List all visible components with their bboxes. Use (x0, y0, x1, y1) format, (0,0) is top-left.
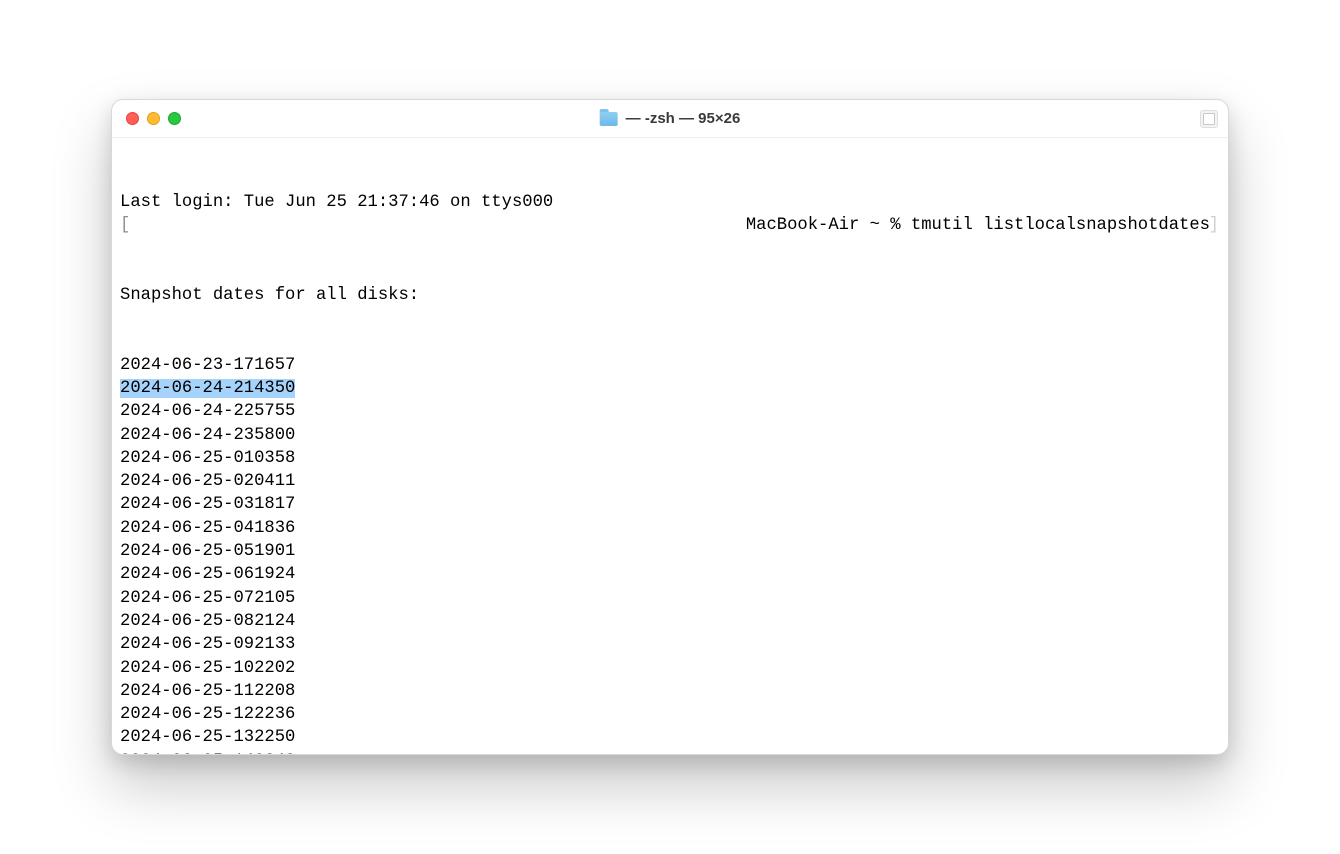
window-title: — -zsh — 95×26 (600, 110, 741, 127)
title-text: — -zsh — 95×26 (626, 110, 741, 127)
prompt-line-1: MacBook-Air ~ % tmutil listlocalsnapshot… (746, 214, 1210, 237)
snapshot-date[interactable]: 2024-06-25-122236 (120, 703, 1220, 726)
traffic-lights (126, 112, 181, 125)
maximize-icon[interactable] (168, 112, 181, 125)
snapshot-date[interactable]: 2024-06-25-102202 (120, 657, 1220, 680)
last-login-text: Last login: Tue Jun 25 21:37:46 on ttys0… (120, 191, 553, 214)
minimize-icon[interactable] (147, 112, 160, 125)
snapshot-date[interactable]: 2024-06-24-225755 (120, 400, 1220, 423)
snapshot-date[interactable]: 2024-06-25-041836 (120, 517, 1220, 540)
snapshot-date[interactable]: 2024-06-25-132250 (120, 726, 1220, 749)
snapshot-date[interactable]: 2024-06-25-142348 (120, 750, 1220, 755)
snapshot-list: 2024-06-23-1716572024-06-24-2143502024-0… (120, 354, 1220, 755)
snapshot-date[interactable]: 2024-06-25-031817 (120, 493, 1220, 516)
snapshot-date[interactable]: 2024-06-25-020411 (120, 470, 1220, 493)
snapshot-header: Snapshot dates for all disks: (120, 284, 1220, 307)
close-icon[interactable] (126, 112, 139, 125)
terminal-window: — -zsh — 95×26 Last login: Tue Jun 25 21… (111, 99, 1229, 755)
snapshot-date[interactable]: 2024-06-24-235800 (120, 424, 1220, 447)
terminal-body[interactable]: Last login: Tue Jun 25 21:37:46 on ttys0… (112, 138, 1228, 755)
snapshot-date[interactable]: 2024-06-25-082124 (120, 610, 1220, 633)
snapshot-date[interactable]: 2024-06-25-092133 (120, 633, 1220, 656)
snapshot-date[interactable]: 2024-06-25-051901 (120, 540, 1220, 563)
snapshot-date[interactable]: 2024-06-24-214350 (120, 377, 1220, 400)
snapshot-date[interactable]: 2024-06-23-171657 (120, 354, 1220, 377)
snapshot-date[interactable]: 2024-06-25-010358 (120, 447, 1220, 470)
terminal-icon (1200, 110, 1218, 128)
bracket-left: [ (120, 214, 130, 237)
folder-icon (600, 112, 618, 126)
snapshot-date[interactable]: 2024-06-25-112208 (120, 680, 1220, 703)
bracket-right: ] (1209, 214, 1219, 237)
snapshot-date[interactable]: 2024-06-25-061924 (120, 563, 1220, 586)
titlebar[interactable]: — -zsh — 95×26 (112, 100, 1228, 138)
snapshot-date[interactable]: 2024-06-25-072105 (120, 587, 1220, 610)
